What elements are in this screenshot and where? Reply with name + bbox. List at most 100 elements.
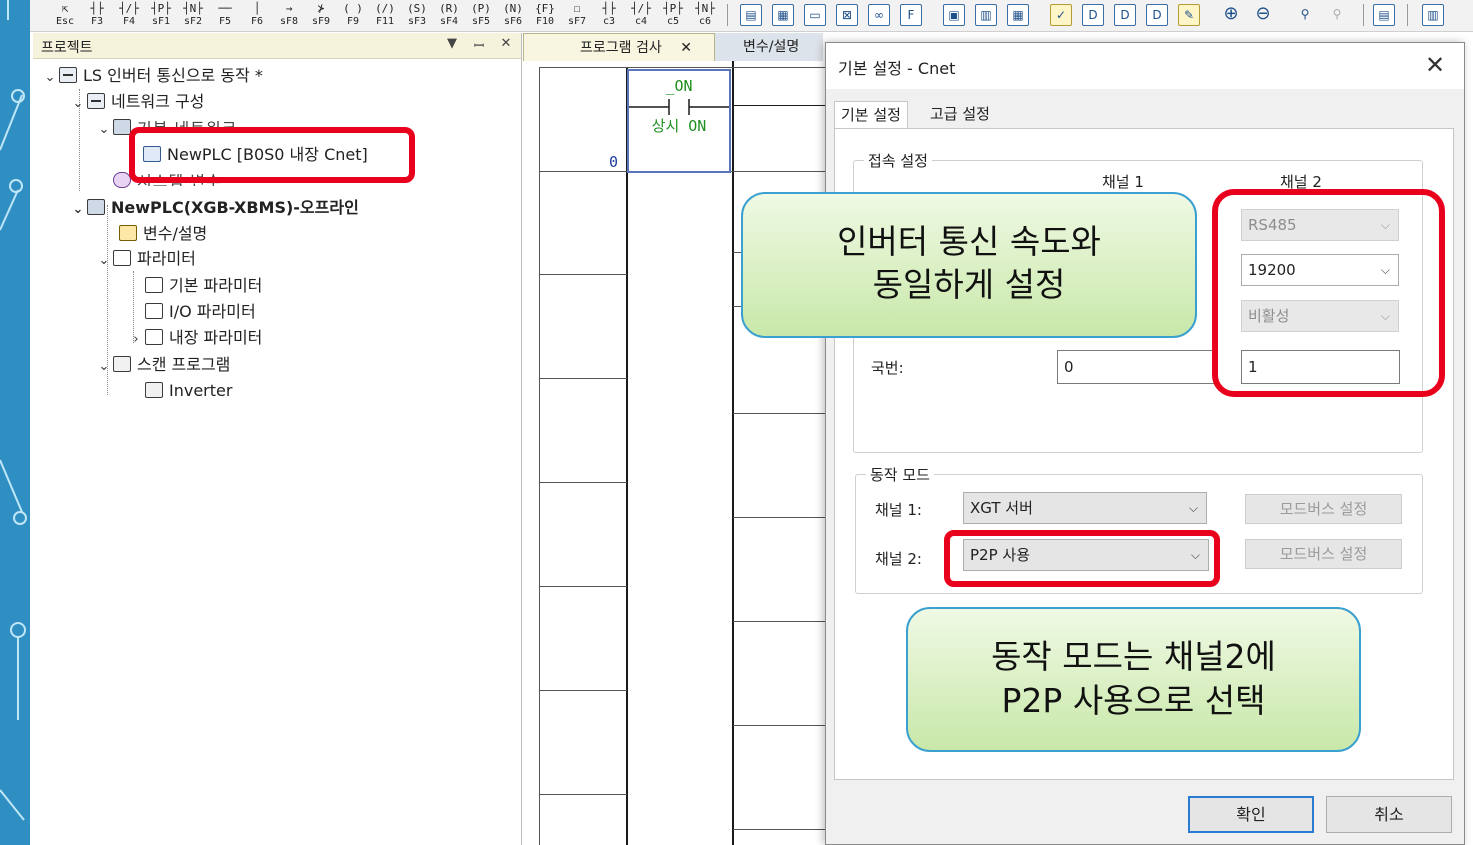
tree-item-variables[interactable]: 변수/설명 (101, 222, 207, 246)
tree-item-io-param[interactable]: I/O 파라미터 (127, 300, 256, 324)
ladder-key-c3[interactable]: ┤├ c3 (594, 1, 624, 30)
document-icon[interactable]: ▤ (740, 4, 762, 26)
module-icon[interactable]: ▦ (1007, 4, 1029, 26)
tree-item-label: NewPLC(XGB-XBMS)-오프라인 (111, 198, 359, 217)
ladder-contact[interactable]: _ON 상시 ON (627, 69, 731, 173)
tree-item-scan-program[interactable]: ⌄ 스캔 프로그램 (95, 353, 231, 379)
ladder-key-f9[interactable]: ( ) F9 (338, 1, 368, 30)
toolbar-separator (727, 4, 728, 26)
output-window-icon[interactable]: ▤ (1373, 4, 1395, 26)
tree-item-label: Inverter (169, 381, 233, 400)
check-icon[interactable]: ✓ (1050, 4, 1072, 26)
cancel-button[interactable]: 취소 (1326, 796, 1452, 833)
close-icon[interactable]: ✕ (1420, 51, 1450, 79)
tree-item-label: 파라미터 (137, 249, 196, 268)
ladder-key-sf1[interactable]: ┤P├ sF1 (146, 1, 176, 30)
cross-box-icon[interactable]: ⊠ (836, 4, 858, 26)
ladder-key-sf4[interactable]: (R) sF4 (434, 1, 464, 30)
tree-item-newplc-offline[interactable]: ⌄ NewPLC(XGB-XBMS)-오프라인 (69, 196, 359, 220)
button-label: 모드버스 설정 (1279, 500, 1368, 518)
tab-variables[interactable]: 변수/설명 (719, 33, 823, 61)
group-label: 접속 설정 (864, 150, 932, 171)
tree-item-builtin-param[interactable]: › 내장 파라미터 (127, 326, 262, 350)
zoom-out-icon[interactable]: ⊖ (1252, 4, 1274, 26)
tree-item-network[interactable]: ⌄ 네트워크 구성 (69, 90, 205, 116)
io-parameter-icon (145, 303, 163, 319)
collapse-icon[interactable]: ⌄ (69, 198, 87, 222)
io-grid-icon[interactable]: ▥ (975, 4, 997, 26)
collapse-icon[interactable]: ⌄ (95, 249, 113, 273)
slide-decoration-strip (0, 0, 30, 845)
ladder-key-f3[interactable]: ┤├ F3 (82, 1, 112, 30)
tab-advanced-settings[interactable]: 고급 설정 (924, 101, 996, 129)
ladder-key-sf7[interactable]: ☐ sF7 (562, 1, 592, 30)
ladder-key-sf2[interactable]: ┤N├ sF2 (178, 1, 208, 30)
modbus-settings-button-2[interactable]: 모드버스 설정 (1245, 539, 1402, 569)
ladder-key-f6[interactable]: │ F6 (242, 1, 272, 30)
font-icon[interactable]: F (900, 4, 922, 26)
tree-item-basic-param[interactable]: 기본 파라미터 (127, 274, 262, 298)
close-icon[interactable]: ✕ (497, 36, 515, 51)
find-next-icon[interactable]: ⚲ (1326, 4, 1348, 26)
message-icon[interactable]: ▥ (1422, 4, 1444, 26)
d-icon[interactable]: D (1082, 4, 1104, 26)
ladder-symbol-icon: ┤├ (90, 2, 104, 15)
ladder-grid-line (539, 690, 627, 691)
tab-basic-settings[interactable]: 기본 설정 (834, 101, 908, 129)
expand-icon[interactable]: › (127, 328, 145, 352)
tree-item-inverter[interactable]: Inverter (127, 379, 232, 403)
monitor-icon[interactable]: ▣ (943, 4, 965, 26)
dropdown-icon[interactable]: ▼ (443, 36, 461, 51)
mode-ch1-label: 채널 1: (875, 501, 922, 519)
ladder-key-f4[interactable]: ┤/├ F4 (114, 1, 144, 30)
shortcut-label: F3 (90, 16, 104, 27)
close-icon[interactable]: ✕ (680, 40, 692, 56)
builtin-parameter-icon (145, 329, 163, 345)
ladder-key-sf5[interactable]: (P) sF5 (466, 1, 496, 30)
ladder-key-esc[interactable]: ⇱ Esc (50, 1, 80, 30)
highlight-box-channel2 (1212, 189, 1445, 397)
ladder-editor[interactable]: _ON 상시 ON 0 (523, 61, 825, 845)
pin-icon[interactable]: ꟷ (470, 36, 488, 54)
ladder-key-f10[interactable]: {F} F10 (530, 1, 560, 30)
modbus-settings-button-1[interactable]: 모드버스 설정 (1245, 494, 1402, 524)
table-icon[interactable]: ▦ (772, 4, 794, 26)
ladder-key-sf9[interactable]: ⊁ sF9 (306, 1, 336, 30)
mode-ch1-select[interactable]: XGT 서버 ⌵ (963, 492, 1207, 524)
tree-item-parameters[interactable]: ⌄ 파라미터 (95, 247, 196, 271)
tree-item-label: 내장 파라미터 (169, 328, 263, 347)
ladder-key-sf6[interactable]: (N) sF6 (498, 1, 528, 30)
group-label: 동작 모드 (866, 464, 934, 485)
ladder-grid-line (733, 517, 825, 518)
ladder-key-sf8[interactable]: → sF8 (274, 1, 304, 30)
tree-item-root[interactable]: ⌄ LS 인버터 통신으로 동작 * (41, 64, 263, 88)
folder-icon[interactable]: ▭ (804, 4, 826, 26)
network-icon (87, 93, 105, 109)
collapse-icon[interactable]: ⌄ (41, 66, 59, 90)
shortcut-label: F11 (375, 16, 395, 27)
ch1-station-input[interactable]: 0 (1057, 350, 1217, 384)
ladder-key-c4[interactable]: ┤/├ c4 (626, 1, 656, 30)
collapse-icon[interactable]: ⌄ (95, 118, 113, 142)
callout-text: 동작 모드는 채널2에 (991, 637, 1276, 676)
edit-icon[interactable]: ✎ (1178, 4, 1200, 26)
zoom-in-icon[interactable]: ⊕ (1220, 4, 1242, 26)
ok-button[interactable]: 확인 (1188, 796, 1314, 833)
ladder-key-c5[interactable]: ┤P├ c5 (658, 1, 688, 30)
d-copy-icon[interactable]: D (1114, 4, 1136, 26)
collapse-icon[interactable]: ⌄ (95, 355, 113, 379)
shortcut-label: c5 (666, 16, 680, 27)
ladder-key-c6[interactable]: ┤N├ c6 (690, 1, 720, 30)
tab-label: 프로그램 검사 (580, 40, 662, 56)
ladder-grid-line (539, 274, 627, 275)
contact-variable: _ON (665, 77, 693, 95)
ladder-key-f5[interactable]: ── F5 (210, 1, 240, 30)
find-user-icon[interactable]: ⚲ (1294, 4, 1316, 26)
ladder-grid-line (539, 794, 627, 795)
ladder-key-sf3[interactable]: (S) sF3 (402, 1, 432, 30)
link-icon[interactable]: ∞ (868, 4, 890, 26)
collapse-icon[interactable]: ⌄ (69, 92, 87, 116)
ladder-key-f11[interactable]: (/) F11 (370, 1, 400, 30)
tab-program-check[interactable]: 프로그램 검사 ✕ (523, 33, 715, 61)
d-list-icon[interactable]: D (1146, 4, 1168, 26)
